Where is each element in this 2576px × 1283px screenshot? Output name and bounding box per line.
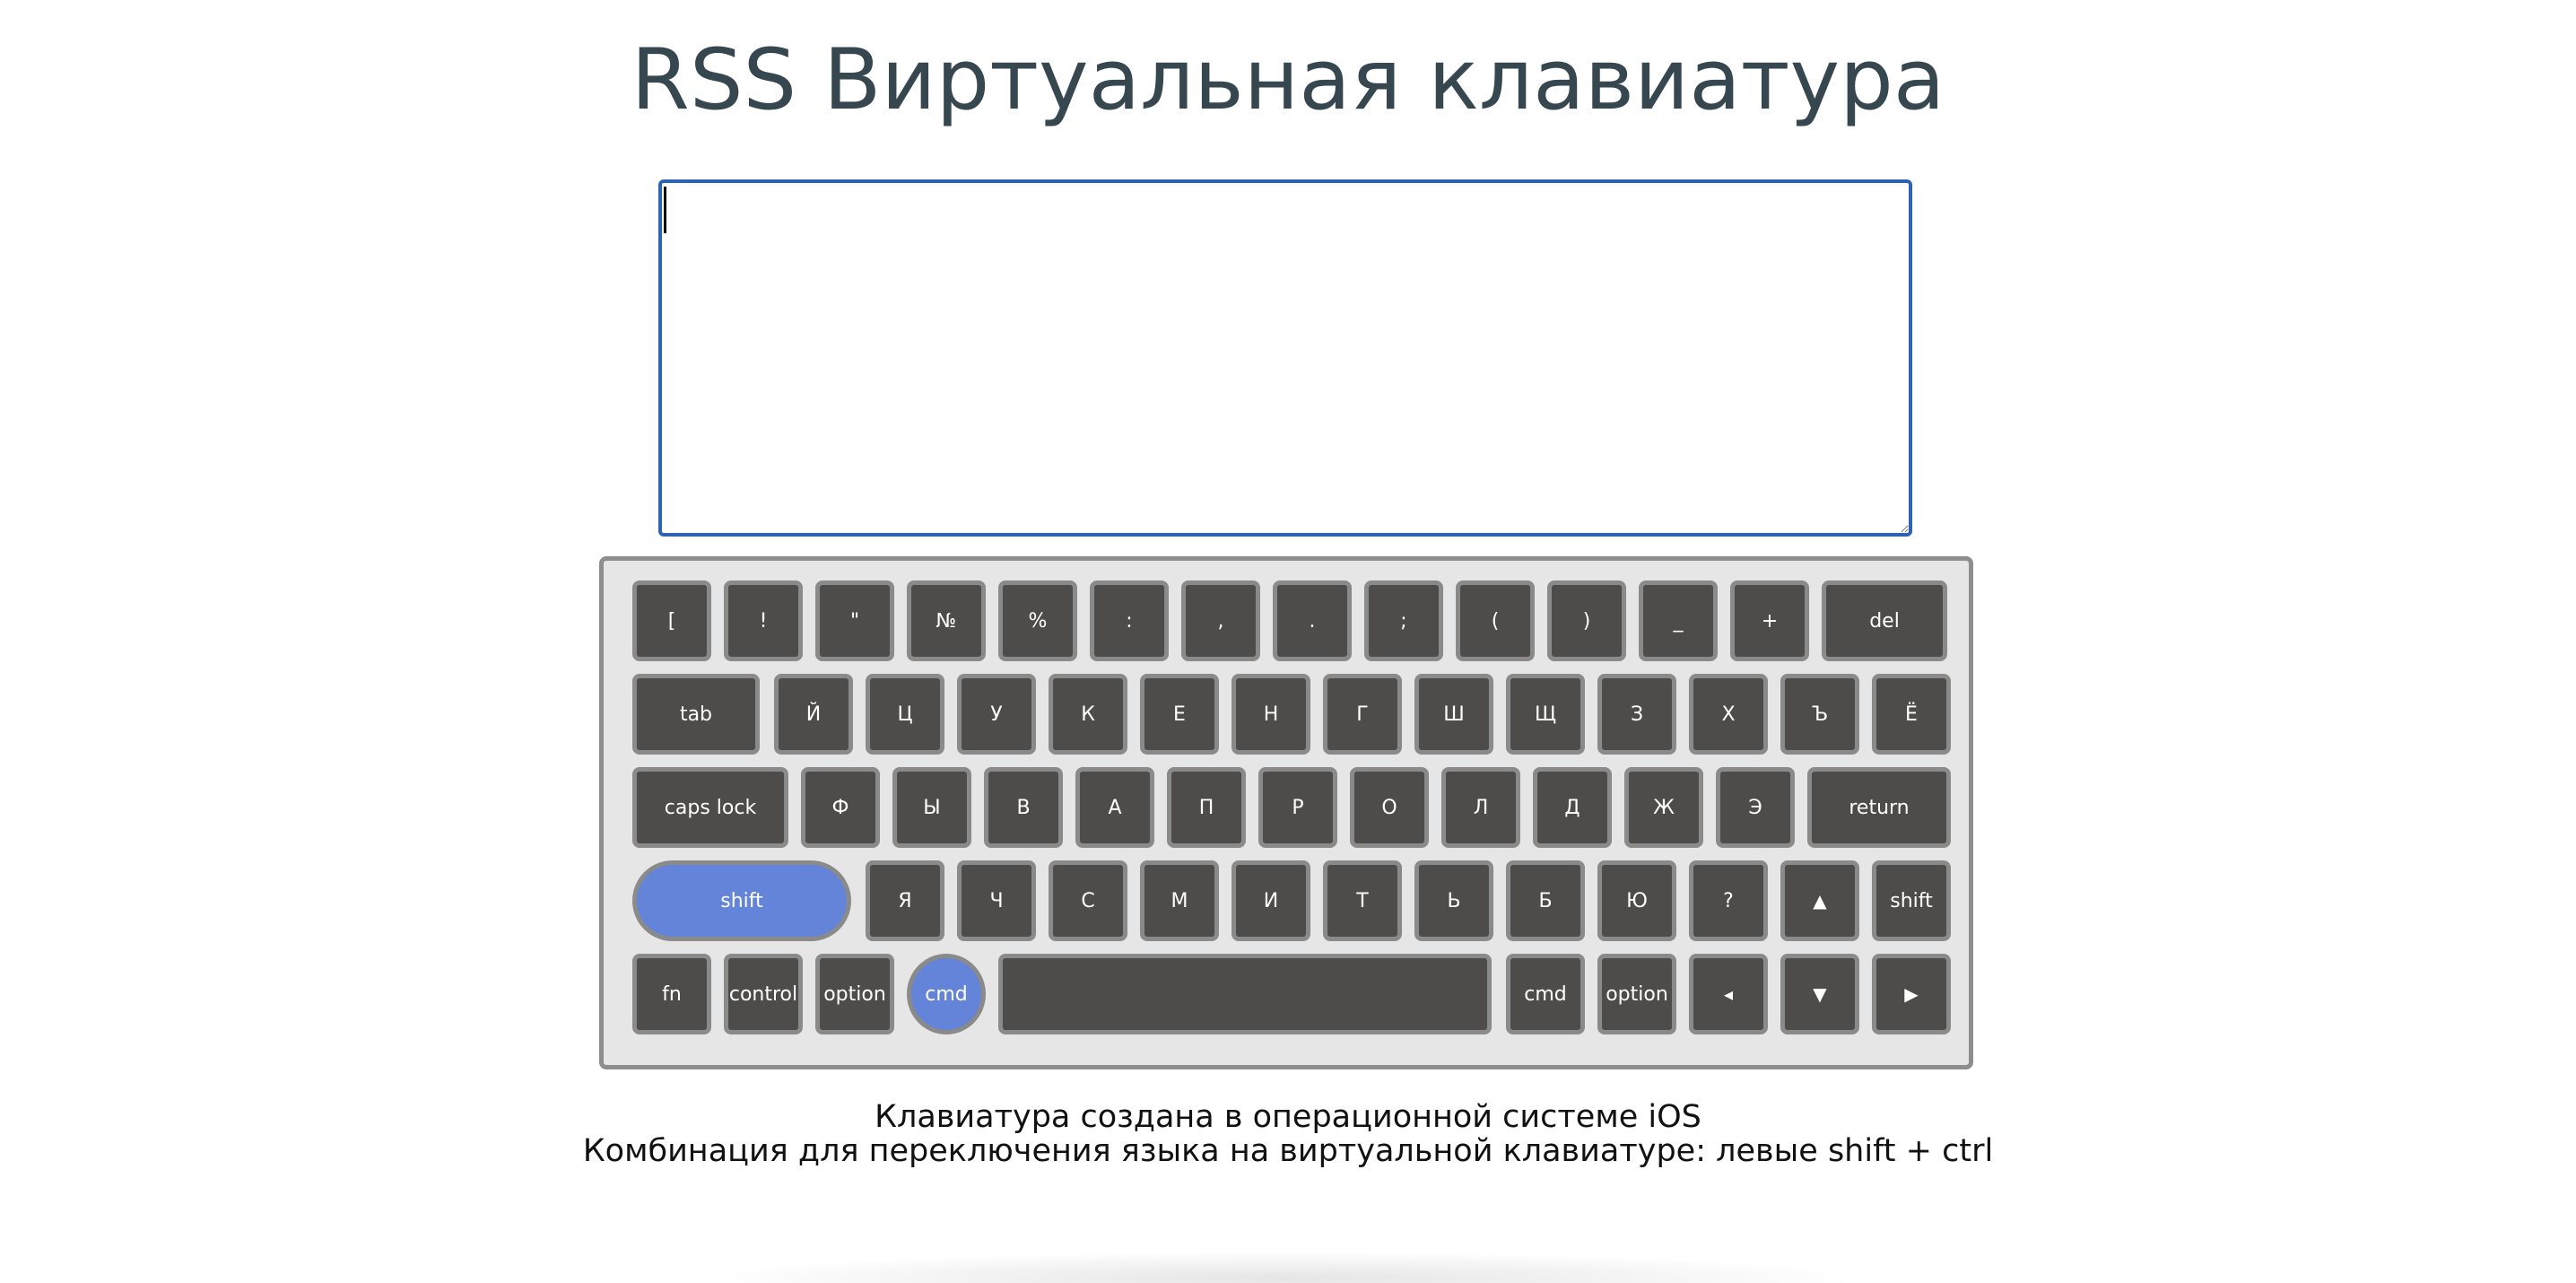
key-cmd-left[interactable]: cmd bbox=[907, 954, 986, 1034]
key-paren-right[interactable]: ) bbox=[1547, 580, 1626, 661]
text-output-area[interactable] bbox=[658, 179, 1912, 537]
key-tab[interactable]: tab bbox=[632, 674, 760, 755]
virtual-keyboard: [! " №%:,.;() _ + del tab Й Ц У К Е Н Г Ш Щ З Х Ъ Ёcaps loc… bbox=[599, 556, 1973, 1069]
page: RSS Виртуальная клавиатура [! " №%:,.;() _ +… bbox=[0, 0, 2576, 1283]
key-o[interactable]: О bbox=[1350, 767, 1429, 848]
key-a[interactable]: А bbox=[1075, 767, 1154, 848]
key-ts[interactable]: Ц bbox=[866, 674, 944, 755]
key-g[interactable]: Г bbox=[1323, 674, 1402, 755]
key-fn[interactable]: fn bbox=[632, 954, 711, 1034]
footer-info: Клавиатура создана в операционной систем… bbox=[0, 1100, 2576, 1168]
key-arrow-up[interactable]: ▲ bbox=[1780, 860, 1859, 941]
key-question[interactable]: ? bbox=[1689, 860, 1768, 941]
key-m[interactable]: М bbox=[1140, 860, 1219, 941]
key-option-left[interactable]: option bbox=[815, 954, 894, 1034]
key-y[interactable]: Ы bbox=[892, 767, 971, 848]
key-caps-lock[interactable]: caps lock bbox=[632, 767, 788, 848]
key-i[interactable]: И bbox=[1231, 860, 1310, 941]
footer-language-switch-note: Комбинация для переключения языка на вир… bbox=[582, 1133, 1994, 1169]
footer-os-note: Клавиатура создана в операционной систем… bbox=[875, 1099, 1701, 1135]
key-arrow-right[interactable]: ▶ bbox=[1872, 954, 1951, 1034]
text-caret bbox=[664, 187, 666, 233]
key-iy[interactable]: Й bbox=[774, 674, 853, 755]
key-ch[interactable]: Ч bbox=[957, 860, 1036, 941]
key-s[interactable]: С bbox=[1049, 860, 1127, 941]
key-percent[interactable]: % bbox=[998, 580, 1077, 661]
key-soft-sign[interactable]: Ь bbox=[1414, 860, 1493, 941]
key-yu[interactable]: Ю bbox=[1597, 860, 1676, 941]
key-shch[interactable]: Щ bbox=[1506, 674, 1585, 755]
key-shift-left[interactable]: shift bbox=[632, 860, 851, 941]
key-control[interactable]: control bbox=[724, 954, 803, 1034]
key-sh[interactable]: Ш bbox=[1414, 674, 1493, 755]
key-paren-left[interactable]: ( bbox=[1456, 580, 1535, 661]
key-del[interactable]: del bbox=[1822, 580, 1947, 661]
key-return[interactable]: return bbox=[1807, 767, 1951, 848]
key-semicolon[interactable]: ; bbox=[1364, 580, 1443, 661]
key-l[interactable]: Л bbox=[1441, 767, 1520, 848]
key-bracket[interactable]: [ bbox=[632, 580, 711, 661]
key-t[interactable]: Т bbox=[1323, 860, 1402, 941]
key-ye[interactable]: Е bbox=[1140, 674, 1219, 755]
key-ya[interactable]: Я bbox=[866, 860, 944, 941]
key-u[interactable]: У bbox=[957, 674, 1036, 755]
key-colon[interactable]: : bbox=[1090, 580, 1169, 661]
key-v[interactable]: В bbox=[984, 767, 1063, 848]
key-yo[interactable]: Ё bbox=[1872, 674, 1951, 755]
bottom-shadow bbox=[700, 1252, 1866, 1283]
key-underscore[interactable]: _ bbox=[1639, 580, 1718, 661]
key-f[interactable]: Ф bbox=[801, 767, 880, 848]
key-comma[interactable]: , bbox=[1181, 580, 1260, 661]
key-shift-right[interactable]: shift bbox=[1872, 860, 1951, 941]
key-hard-sign[interactable]: Ъ bbox=[1780, 674, 1859, 755]
key-r[interactable]: Р bbox=[1258, 767, 1337, 848]
key-k[interactable]: К bbox=[1049, 674, 1127, 755]
key-n[interactable]: Н bbox=[1231, 674, 1310, 755]
key-numero[interactable]: № bbox=[907, 580, 986, 661]
key-z[interactable]: З bbox=[1597, 674, 1676, 755]
key-option-right[interactable]: option bbox=[1597, 954, 1676, 1034]
key-arrow-down[interactable]: ▼ bbox=[1780, 954, 1859, 1034]
key-zh[interactable]: Ж bbox=[1624, 767, 1703, 848]
key-b[interactable]: Б bbox=[1506, 860, 1585, 941]
key-plus[interactable]: + bbox=[1730, 580, 1809, 661]
key-space[interactable] bbox=[998, 954, 1492, 1034]
key-quote[interactable]: " bbox=[815, 580, 894, 661]
key-d[interactable]: Д bbox=[1533, 767, 1612, 848]
key-exclamation[interactable]: ! bbox=[724, 580, 803, 661]
key-cmd-right[interactable]: cmd bbox=[1506, 954, 1585, 1034]
page-title: RSS Виртуальная клавиатура bbox=[631, 31, 1945, 129]
key-p[interactable]: П bbox=[1167, 767, 1246, 848]
key-e[interactable]: Э bbox=[1716, 767, 1795, 848]
key-arrow-left[interactable]: ◂ bbox=[1689, 954, 1768, 1034]
key-kh[interactable]: Х bbox=[1689, 674, 1768, 755]
key-period[interactable]: . bbox=[1273, 580, 1352, 661]
